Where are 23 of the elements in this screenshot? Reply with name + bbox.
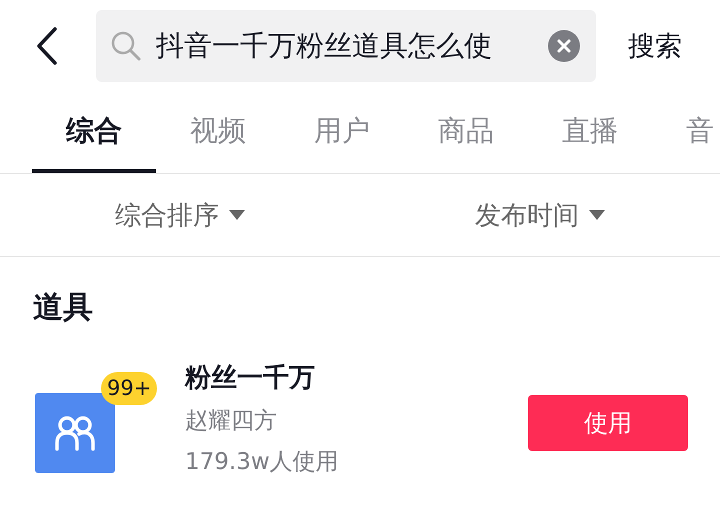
tab[interactable]: 综合: [32, 92, 156, 173]
caret-icon: [229, 210, 245, 220]
caret-icon: [589, 210, 605, 220]
back-icon[interactable]: [36, 27, 58, 65]
tab[interactable]: 直播: [528, 92, 652, 173]
tab[interactable]: 视频: [156, 92, 280, 173]
search-field[interactable]: 抖音一千万粉丝道具怎么使: [96, 10, 596, 82]
search-button[interactable]: 搜索: [628, 28, 682, 64]
sort-dropdown[interactable]: 发布时间: [360, 174, 720, 256]
tab[interactable]: 音: [652, 92, 714, 173]
section-title: 道具: [32, 289, 94, 327]
use-button[interactable]: 使用: [528, 395, 688, 451]
tab[interactable]: 商品: [404, 92, 528, 173]
search-icon: [110, 30, 142, 62]
author-name: 赵耀四方: [185, 406, 278, 436]
effect-name: 粉丝一千万: [185, 362, 316, 394]
clear-icon[interactable]: [548, 30, 580, 62]
people-icon: [54, 415, 96, 451]
count-badge: 99+: [101, 372, 158, 405]
usage-count: 179.3w人使用: [185, 448, 339, 476]
sort-dropdown[interactable]: 综合排序: [0, 174, 360, 256]
tab[interactable]: 用户: [280, 92, 404, 173]
search-query: 抖音一千万粉丝道具怎么使: [156, 28, 493, 64]
